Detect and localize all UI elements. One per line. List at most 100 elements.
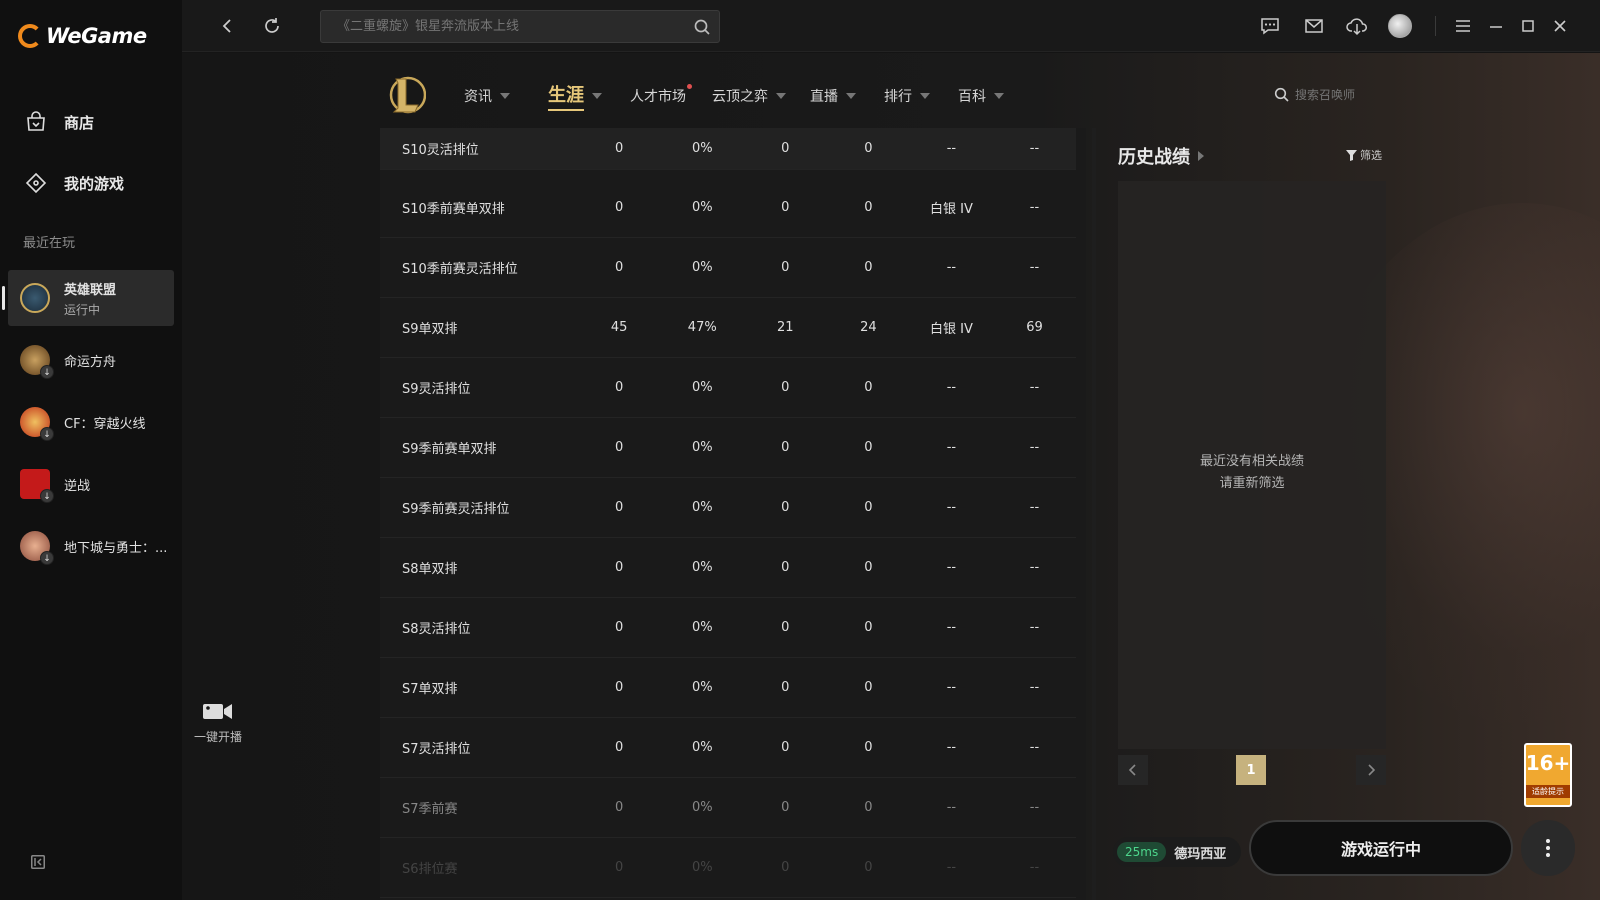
current-page[interactable]: 1 xyxy=(1236,755,1266,785)
more-options-button[interactable] xyxy=(1521,820,1575,876)
menu-button[interactable] xyxy=(1451,14,1475,38)
caret-down-icon xyxy=(500,93,510,99)
search-icon[interactable] xyxy=(1274,87,1289,102)
queue-name-cell: S7单双排 xyxy=(402,682,458,697)
stat-cell: 0% xyxy=(691,620,713,635)
game-name: CF：穿越火线 xyxy=(64,416,146,432)
game-nav-tab[interactable]: 排行 xyxy=(884,86,930,106)
table-row[interactable]: S9季前赛单双排 0 0% 0 0 -- -- xyxy=(380,418,1076,478)
stat-cell: 0 xyxy=(781,800,790,815)
wegame-window: WeGame 商店 我的游戏 最近在玩 英雄联盟 运行中 ↓ 命运方舟 ↓ CF… xyxy=(0,0,1600,900)
recent-game-cf[interactable]: ↓ CF：穿越火线 xyxy=(8,394,174,450)
nizhan-game-icon: ↓ xyxy=(20,469,54,503)
table-row[interactable]: S8灵活排位 0 0% 0 0 -- -- xyxy=(380,598,1076,658)
recent-game-nizhan[interactable]: ↓ 逆战 xyxy=(8,456,174,512)
table-row[interactable]: S6排位赛 0 0% 0 0 -- -- xyxy=(380,838,1076,898)
stream-label: 一键开播 xyxy=(193,730,242,744)
sidebar-item-my-games[interactable]: 我的游戏 xyxy=(0,161,182,205)
prev-page-button[interactable] xyxy=(1118,755,1148,785)
game-nav-tab[interactable]: 人才市场 xyxy=(630,84,692,106)
stat-cell: -- xyxy=(946,740,957,755)
empty-line-1: 最近没有相关战绩 xyxy=(1199,454,1304,469)
game-running-button[interactable]: 游戏运行中 xyxy=(1249,820,1513,876)
table-row[interactable]: S10季前赛灵活排位 0 0% 0 0 -- -- xyxy=(380,238,1076,298)
table-row[interactable]: S10灵活排位 0 0% 0 0 -- -- xyxy=(380,128,1076,170)
table-row[interactable]: S8单双排 0 0% 0 0 -- -- xyxy=(380,538,1076,598)
lol-logo[interactable] xyxy=(388,75,426,115)
next-page-button[interactable] xyxy=(1356,755,1386,785)
recent-game-lol[interactable]: 英雄联盟 运行中 xyxy=(2,270,174,326)
stat-cell: 47% xyxy=(687,320,717,335)
table-row[interactable]: S10季前赛单双排 0 0% 0 0 白银 IV -- xyxy=(380,178,1076,238)
download-manager-button[interactable] xyxy=(1345,14,1369,38)
video-camera-icon xyxy=(203,704,232,719)
collapse-sidebar-button[interactable] xyxy=(28,852,48,872)
table-scrollbar[interactable] xyxy=(1092,128,1096,900)
wegame-logo-icon xyxy=(18,24,42,48)
chat-button[interactable] xyxy=(1258,14,1282,38)
queue-name-cell: S10季前赛灵活排位 xyxy=(402,262,518,277)
table-row[interactable]: S7季前赛 0 0% 0 0 -- -- xyxy=(380,778,1076,838)
recent-game-lost-ark[interactable]: ↓ 命运方舟 xyxy=(8,332,174,388)
game-nav-tab[interactable]: 生涯 xyxy=(548,81,602,111)
game-nav-tab[interactable]: 百科 xyxy=(958,86,1004,106)
refresh-button[interactable] xyxy=(260,14,284,38)
stat-cell: -- xyxy=(1029,560,1040,575)
stat-cell: -- xyxy=(1029,260,1040,275)
game-nav-tab[interactable]: 资讯 xyxy=(464,86,510,106)
caret-down-icon xyxy=(920,93,930,99)
table-row[interactable]: S7单双排 0 0% 0 0 -- -- xyxy=(380,658,1076,718)
maximize-button[interactable] xyxy=(1516,14,1540,38)
table-row[interactable]: S9单双排 45 47% 21 24 白银 IV 69 xyxy=(380,298,1076,358)
table-row[interactable]: S9灵活排位 0 0% 0 0 -- -- xyxy=(380,358,1076,418)
stat-cell: -- xyxy=(1029,620,1040,635)
stat-cell: -- xyxy=(946,860,957,875)
stat-cell: 0 xyxy=(615,560,624,575)
game-nav-tab[interactable]: 直播 xyxy=(810,86,856,106)
caret-down-icon xyxy=(994,93,1004,99)
stat-cell: 0 xyxy=(864,200,873,215)
mail-button[interactable] xyxy=(1302,14,1326,38)
chevron-right-icon xyxy=(1368,764,1376,776)
game-nav-tab[interactable]: 云顶之弈 xyxy=(712,86,786,106)
wegame-logo[interactable]: WeGame xyxy=(18,24,147,48)
age-caption: 适龄提示 xyxy=(1526,785,1570,798)
server-selector[interactable]: 25ms 德玛西亚 xyxy=(1113,837,1241,867)
stat-cell: 0% xyxy=(691,260,713,275)
table-row[interactable]: S9季前赛灵活排位 0 0% 0 0 -- -- xyxy=(380,478,1076,538)
chevron-left-icon xyxy=(1128,764,1136,776)
game-nav-tab-label: 资讯 xyxy=(464,89,492,105)
table-row[interactable]: S7灵活排位 0 0% 0 0 -- -- xyxy=(380,718,1076,778)
stat-cell: -- xyxy=(946,680,957,695)
close-button[interactable] xyxy=(1548,14,1572,38)
caret-down-icon xyxy=(592,93,602,99)
more-vertical-icon xyxy=(1546,839,1550,857)
stat-cell: 0 xyxy=(781,141,790,156)
sidebar-item-store[interactable]: 商店 xyxy=(0,100,182,144)
game-nav-tab-label: 生涯 xyxy=(548,81,584,111)
user-avatar[interactable] xyxy=(1388,14,1412,38)
hamburger-menu-icon xyxy=(1456,20,1470,32)
recent-game-dnf[interactable]: ↓ 地下城与勇士：... xyxy=(8,518,174,574)
search-icon[interactable] xyxy=(693,18,711,36)
stat-cell: -- xyxy=(1029,740,1040,755)
history-filter-button[interactable]: 筛选 xyxy=(1346,147,1382,163)
one-click-stream-button[interactable]: 一键开播 xyxy=(188,700,248,750)
back-button[interactable] xyxy=(216,14,240,38)
summoner-search-input[interactable] xyxy=(1295,87,1395,102)
stat-cell: 0% xyxy=(691,680,713,695)
recent-label: 最近在玩 xyxy=(23,236,76,251)
stat-cell: 69 xyxy=(1026,320,1043,335)
download-icon: ↓ xyxy=(40,489,54,503)
minimize-button[interactable] xyxy=(1484,14,1508,38)
stat-cell: -- xyxy=(946,500,957,515)
filter-funnel-icon xyxy=(1346,149,1357,161)
global-search-input[interactable] xyxy=(321,11,671,42)
gamepad-icon xyxy=(25,172,47,194)
stat-cell: 0 xyxy=(781,260,790,275)
game-status: 运行中 xyxy=(64,302,101,317)
dnf-game-icon: ↓ xyxy=(20,531,54,565)
empty-line-2: 请重新筛选 xyxy=(1219,476,1285,491)
history-title[interactable]: 历史战绩 xyxy=(1118,143,1204,169)
logo-text: WeGame xyxy=(46,24,147,48)
